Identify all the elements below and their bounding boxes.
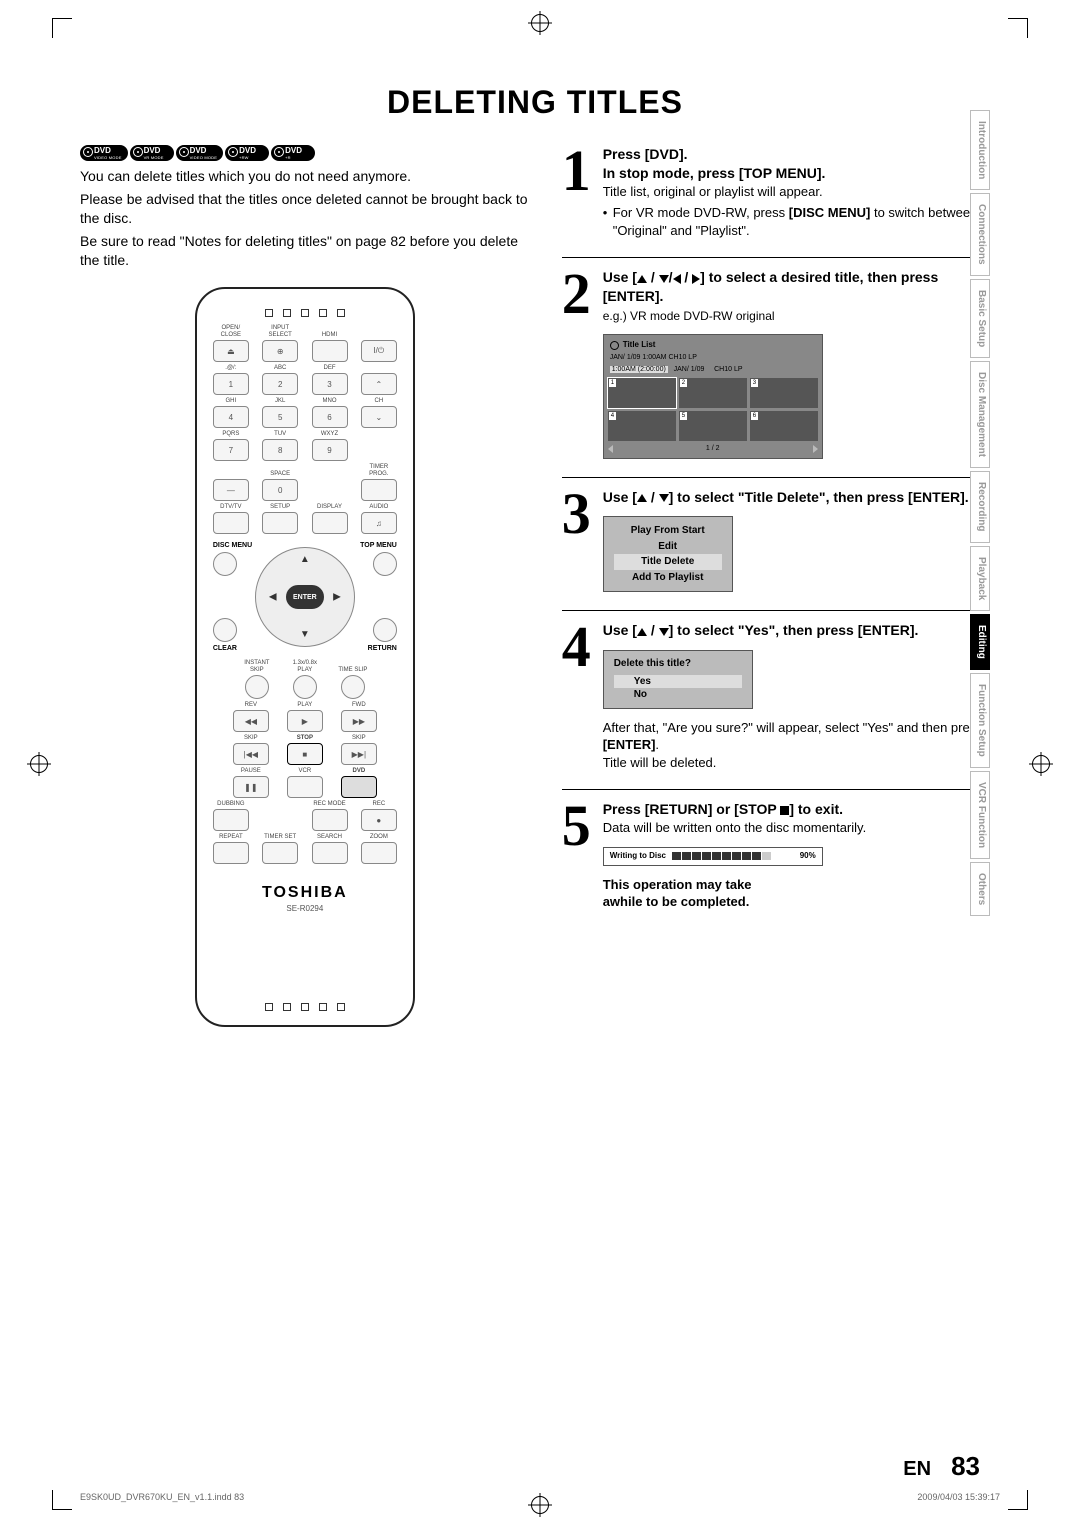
section-tab: Recording xyxy=(970,471,990,542)
menu-item: Add To Playlist xyxy=(614,570,722,586)
imprint-timestamp: 2009/04/03 15:39:17 xyxy=(917,1492,1000,1502)
power-icon: I/⏻ xyxy=(361,340,397,362)
intro-paragraph: You can delete titles which you do not n… xyxy=(80,167,530,186)
dpad: DISC MENU TOP MENU ▲ ▼ ◀ ▶ ENTER CLEAR R… xyxy=(207,542,403,652)
down-icon xyxy=(659,494,669,502)
step-text: Title list, original or playlist will ap… xyxy=(603,183,990,201)
step-1: 1 Press [DVD]. In stop mode, press [TOP … xyxy=(562,145,990,239)
step-text: Data will be written onto the disc momen… xyxy=(603,819,990,837)
step-4: 4 Use [ / ] to select "Yes", then press … xyxy=(562,610,990,771)
right-icon xyxy=(692,274,700,284)
menu-item-selected: Title Delete xyxy=(614,554,722,570)
model-number: SE-R0294 xyxy=(207,904,403,913)
brand-logo: TOSHIBA xyxy=(207,884,403,902)
step-2: 2 Use [ / / / ] to select a desired titl… xyxy=(562,257,990,458)
step-heading: Use [ / / / ] to select a desired title,… xyxy=(603,268,990,306)
section-tab: Basic Setup xyxy=(970,279,990,358)
progress-bar xyxy=(672,852,794,860)
page-content: DELETING TITLES DVDVIDEO MODE DVDVR MODE… xyxy=(80,60,990,1468)
left-icon: ◀ xyxy=(269,592,277,603)
writing-progress-osd: Writing to Disc 90% xyxy=(603,847,823,866)
eject-icon: ⏏ xyxy=(213,340,249,362)
step-heading: Use [ / ] to select "Yes", then press [E… xyxy=(603,621,990,640)
steps-column: 1 Press [DVD]. In stop mode, press [TOP … xyxy=(562,145,990,1027)
remote-control-diagram: OPEN/ CLOSE⏏ INPUT SELECT⊕ HDMI I/⏻ .@/:… xyxy=(195,287,415,1027)
page-footer: EN 83 xyxy=(903,1451,980,1482)
section-tab: Others xyxy=(970,862,990,916)
left-arrow-icon xyxy=(608,445,613,453)
rec-icon: ● xyxy=(361,809,397,831)
step-5: 5 Press [RETURN] or [STOP ] to exit. Dat… xyxy=(562,789,990,910)
step-bullet: For VR mode DVD-RW, press [DISC MENU] to… xyxy=(603,204,990,239)
ffwd-icon: ▶▶ xyxy=(341,710,377,732)
rewind-icon: ◀◀ xyxy=(233,710,269,732)
dvd-compatibility-badges: DVDVIDEO MODE DVDVR MODE DVDVIDEO MODE D… xyxy=(80,145,530,161)
right-icon: ▶ xyxy=(333,592,341,603)
step-number: 3 xyxy=(562,488,591,593)
skip-next-icon: ▶▶| xyxy=(341,743,377,765)
section-tab: Introduction xyxy=(970,110,990,190)
context-menu-osd: Play From Start Edit Title Delete Add To… xyxy=(603,516,733,592)
confirm-yes: Yes xyxy=(614,675,742,689)
warning-note: This operation may take xyxy=(603,876,990,894)
menu-item: Play From Start xyxy=(614,523,722,539)
down-icon xyxy=(659,628,669,636)
section-tab: Function Setup xyxy=(970,673,990,768)
example-label: e.g.) VR mode DVD-RW original xyxy=(603,308,990,324)
section-tab: Editing xyxy=(970,614,990,670)
step-heading: Press [RETURN] or [STOP ] to exit. xyxy=(603,800,990,819)
dvd-badge: DVD+R xyxy=(271,145,315,161)
section-tab: Disc Management xyxy=(970,361,990,468)
stop-icon xyxy=(780,806,789,815)
step-text: Title will be deleted. xyxy=(603,754,990,772)
input-icon: ⊕ xyxy=(262,340,298,362)
step-number: 2 xyxy=(562,268,591,458)
imprint-filename: E9SK0UD_DVR670KU_EN_v1.1.indd 83 xyxy=(80,1492,244,1502)
play-icon: ▶ xyxy=(287,710,323,732)
up-icon xyxy=(637,494,647,502)
confirm-dialog-osd: Delete this title? Yes No xyxy=(603,650,753,709)
disc-icon xyxy=(610,341,619,350)
warning-note: awhile to be completed. xyxy=(603,893,990,911)
up-icon xyxy=(637,275,647,283)
dvd-badge: DVDVIDEO MODE xyxy=(80,145,128,161)
step-heading: Use [ / ] to select "Title Delete", then… xyxy=(603,488,990,507)
dvd-badge: DVDVIDEO MODE xyxy=(176,145,224,161)
intro-paragraph: Be sure to read "Notes for deleting titl… xyxy=(80,232,530,270)
intro-paragraph: Please be advised that the titles once d… xyxy=(80,190,530,228)
page-number: 83 xyxy=(951,1451,980,1481)
up-icon: ▲ xyxy=(300,554,310,565)
page-title: DELETING TITLES xyxy=(80,84,990,121)
step-number: 5 xyxy=(562,800,591,910)
section-tabs: Introduction Connections Basic Setup Disc M… xyxy=(970,110,990,916)
pause-icon: ❚❚ xyxy=(233,776,269,798)
confirm-no: No xyxy=(614,688,742,702)
section-tab: Connections xyxy=(970,193,990,276)
step-number: 4 xyxy=(562,621,591,771)
stop-icon: ■ xyxy=(287,743,323,765)
right-arrow-icon xyxy=(813,445,818,453)
section-tab: VCR Function xyxy=(970,771,990,859)
section-tab: Playback xyxy=(970,546,990,611)
step-heading: Press [DVD]. xyxy=(603,145,990,164)
menu-item: Edit xyxy=(614,539,722,555)
title-list-osd: Title List JAN/ 1/09 1:00AM CH10 LP 1:00… xyxy=(603,334,823,458)
dvd-badge: DVD+RW xyxy=(225,145,269,161)
step-3: 3 Use [ / ] to select "Title Delete", th… xyxy=(562,477,990,593)
left-column: DVDVIDEO MODE DVDVR MODE DVDVIDEO MODE D… xyxy=(80,145,530,1027)
step-number: 1 xyxy=(562,145,591,239)
dvd-badge: DVDVR MODE xyxy=(130,145,174,161)
step-heading: In stop mode, press [TOP MENU]. xyxy=(603,164,990,183)
enter-button: ENTER xyxy=(286,585,324,609)
step-text: After that, "Are you sure?" will appear,… xyxy=(603,719,990,754)
down-icon: ▼ xyxy=(300,629,310,640)
intro-text: You can delete titles which you do not n… xyxy=(80,167,530,269)
left-icon xyxy=(673,274,681,284)
skip-prev-icon: |◀◀ xyxy=(233,743,269,765)
language-code: EN xyxy=(903,1458,931,1480)
down-icon xyxy=(659,275,669,283)
up-icon xyxy=(637,628,647,636)
